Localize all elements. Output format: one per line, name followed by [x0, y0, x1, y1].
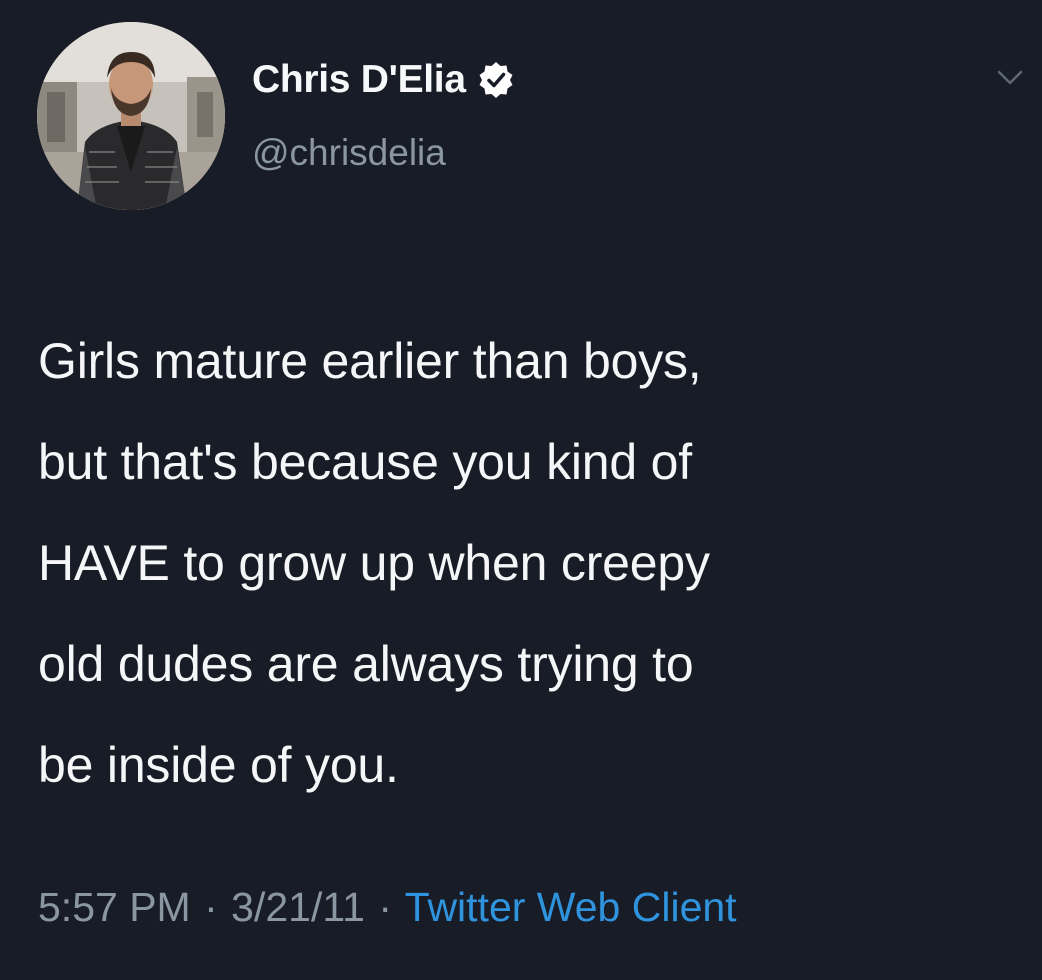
- meta-separator: ·: [378, 884, 392, 930]
- tweet-text: Girls mature earlier than boys, but that…: [38, 311, 1018, 816]
- handle[interactable]: @chrisdelia: [252, 132, 446, 174]
- tweet-time[interactable]: 5:57 PM: [38, 884, 191, 930]
- author-name-row[interactable]: Chris D'Elia: [252, 58, 516, 102]
- tweet-text-line: but that's because you kind of: [38, 434, 692, 490]
- tweet-client-link[interactable]: Twitter Web Client: [405, 884, 737, 930]
- tweet-card: Chris D'Elia @chrisdelia Girls mature ea…: [0, 0, 1042, 980]
- tweet-text-line: Girls mature earlier than boys,: [38, 333, 702, 389]
- meta-separator: ·: [204, 884, 218, 930]
- verified-badge-icon: [476, 60, 516, 100]
- avatar-image: [37, 22, 225, 210]
- tweet-text-line: old dudes are always trying to: [38, 636, 694, 692]
- tweet-meta: 5:57 PM · 3/21/11 · Twitter Web Client: [38, 884, 737, 931]
- tweet-date[interactable]: 3/21/11: [231, 884, 365, 930]
- tweet-text-line: be inside of you.: [38, 737, 399, 793]
- tweet-text-line: HAVE to grow up when creepy: [38, 535, 710, 591]
- display-name[interactable]: Chris D'Elia: [252, 58, 466, 102]
- avatar[interactable]: [37, 22, 225, 210]
- chevron-down-icon[interactable]: [996, 68, 1024, 88]
